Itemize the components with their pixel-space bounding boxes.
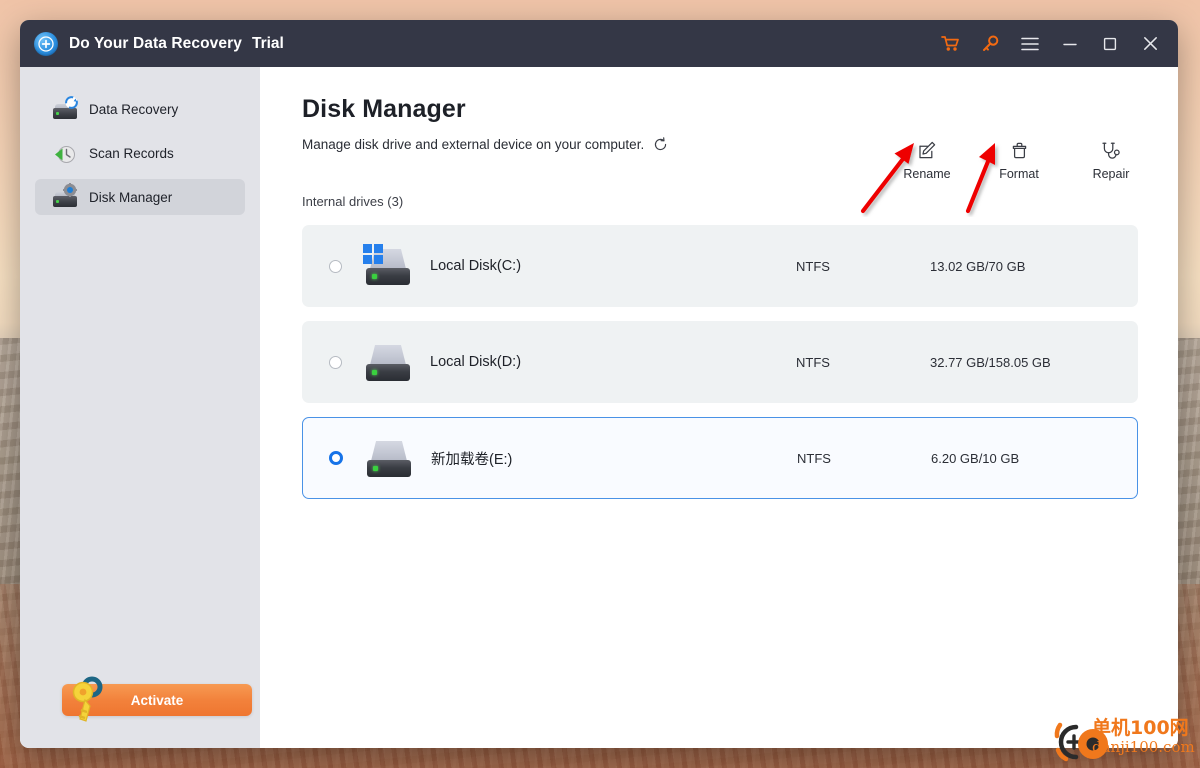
cart-icon[interactable] [930,20,970,67]
drive-list: Local Disk(C:) NTFS 13.02 GB/70 GB Local… [302,225,1138,499]
drive-filesystem: NTFS [796,258,830,274]
window-body: Data Recovery Scan Records Disk Manager … [20,67,1178,748]
repair-stethoscope-icon [1101,139,1121,161]
tool-label: Format [999,167,1039,181]
sidebar-item-label: Scan Records [89,145,174,161]
hard-drive-icon [362,340,414,384]
drive-size: 6.20 GB/10 GB [931,450,1020,466]
drive-radio[interactable] [329,259,342,273]
drive-size: 32.77 GB/158.05 GB [930,354,1051,370]
sidebar-item-disk-manager[interactable]: Disk Manager [35,179,245,215]
sidebar-item-data-recovery[interactable]: Data Recovery [35,91,245,127]
rename-button[interactable]: Rename [898,139,956,181]
sidebar-item-label: Data Recovery [89,101,179,117]
drive-size: 13.02 GB/70 GB [930,258,1026,274]
section-title: Internal drives (3) [302,194,404,209]
app-edition-label: Trial [251,34,284,52]
drive-name: 新加载卷(E:) [431,451,513,468]
titlebar-actions [930,20,1178,67]
drive-info: Local Disk(C:) [430,257,680,275]
key-icon[interactable] [970,20,1010,67]
drive-name: Local Disk(D:) [430,354,522,370]
drive-filesystem: NTFS [797,450,831,466]
activate-area: Activate [20,676,260,722]
tool-label: Rename [903,167,951,181]
sidebar: Data Recovery Scan Records Disk Manager … [20,67,260,748]
drive-radio[interactable] [329,355,342,369]
rename-pencil-icon [918,139,937,161]
drive-gear-icon [53,183,77,209]
drive-row[interactable]: Local Disk(C:) NTFS 13.02 GB/70 GB [302,225,1138,307]
drive-filesystem: NTFS [796,354,830,370]
page-subtitle: Manage disk drive and external device on… [302,137,645,152]
maximize-icon[interactable] [1090,20,1130,67]
hard-drive-icon [363,436,415,480]
app-logo-icon [34,31,58,56]
close-icon[interactable] [1130,20,1170,67]
format-button[interactable]: Format [990,139,1048,181]
minimize-icon[interactable] [1050,20,1090,67]
activate-button[interactable]: Activate [62,684,252,716]
hard-drive-icon [362,244,414,288]
drive-info: 新加载卷(E:) [431,448,681,469]
repair-button[interactable]: Repair [1082,139,1140,181]
refresh-icon[interactable] [653,137,668,152]
page-title: Disk Manager [302,95,466,123]
tool-label: Repair [1092,167,1130,181]
drive-info: Local Disk(D:) [430,353,680,371]
drive-refresh-icon [53,96,78,121]
toolbar: Rename Format Repair [898,139,1140,181]
clock-arrow-icon [53,141,77,165]
drive-row[interactable]: Local Disk(D:) NTFS 32.77 GB/158.05 GB [302,321,1138,403]
sidebar-item-label: Disk Manager [89,189,173,205]
application-window: Do Your Data Recovery Trial Data Recover… [20,20,1178,748]
app-title: Do Your Data Recovery [69,34,242,52]
main-content: Disk Manager Manage disk drive and exter… [260,67,1178,748]
sidebar-item-scan-records[interactable]: Scan Records [35,135,245,171]
menu-icon[interactable] [1010,20,1050,67]
title-bar: Do Your Data Recovery Trial [20,20,1178,67]
windows-logo-icon [363,244,383,264]
drive-row[interactable]: 新加载卷(E:) NTFS 6.20 GB/10 GB [302,417,1138,499]
drive-radio[interactable] [329,451,343,465]
drive-name: Local Disk(C:) [430,258,522,274]
format-trash-icon [1010,139,1029,161]
